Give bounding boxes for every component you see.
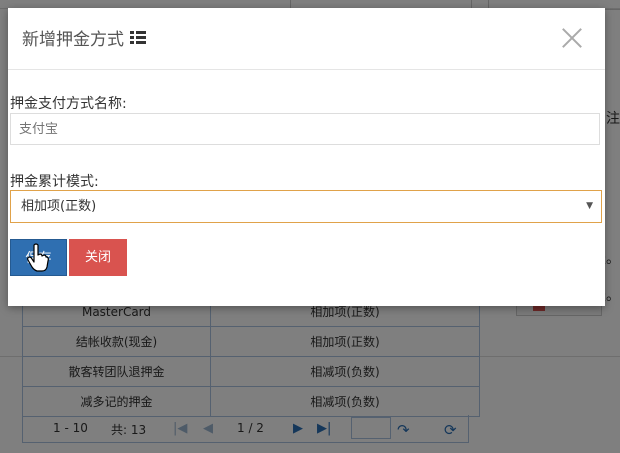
deposit-name-input[interactable]	[10, 113, 600, 145]
dropdown-caret-icon: ▼	[586, 201, 593, 211]
dialog-title: 新增押金方式	[22, 25, 146, 50]
dialog-header: 新增押金方式	[8, 8, 605, 70]
close-icon[interactable]	[559, 25, 585, 51]
accumulation-mode-label: 押金累计模式:	[10, 174, 99, 190]
accumulation-mode-select[interactable]: 相加项(正数) ▼	[10, 190, 602, 223]
close-button[interactable]: 关闭	[69, 239, 127, 276]
add-deposit-method-dialog: 新增押金方式 押金支付方式名称: 押金累计模式: 相加项(正数) ▼ 保存 关闭	[8, 8, 605, 306]
hand-cursor-icon	[27, 243, 49, 272]
deposit-name-label: 押金支付方式名称:	[10, 96, 127, 112]
list-icon	[130, 30, 146, 45]
accumulation-mode-value: 相加项(正数)	[21, 199, 97, 214]
dialog-title-text: 新增押金方式	[22, 30, 124, 50]
